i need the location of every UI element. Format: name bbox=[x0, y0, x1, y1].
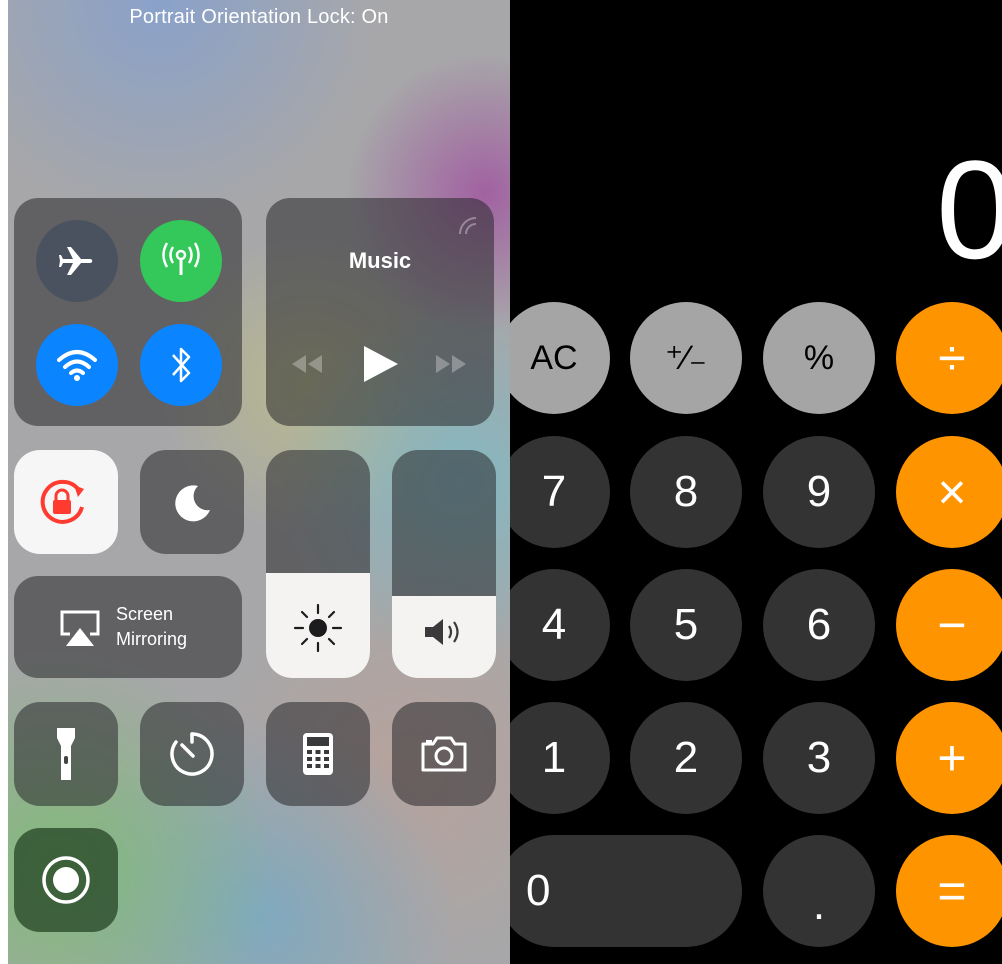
status-banner: Portrait Orientation Lock: On bbox=[129, 6, 389, 28]
screen-recording-button[interactable] bbox=[14, 828, 118, 932]
airplay-screen-icon bbox=[60, 610, 100, 646]
rewind-icon[interactable] bbox=[288, 353, 324, 375]
do-not-disturb-toggle[interactable] bbox=[140, 450, 244, 554]
sun-icon bbox=[293, 603, 343, 653]
moon-icon bbox=[175, 485, 210, 522]
timer-button[interactable] bbox=[140, 702, 244, 806]
divide-button[interactable]: ÷ bbox=[896, 302, 1002, 414]
digit-4-button[interactable]: 4 bbox=[510, 569, 610, 681]
airplane-mode-toggle[interactable] bbox=[36, 220, 118, 302]
digit-5-button[interactable]: 5 bbox=[630, 569, 742, 681]
wifi-toggle[interactable] bbox=[36, 324, 118, 406]
digit-8-button[interactable]: 8 bbox=[630, 436, 742, 548]
calculator-button[interactable] bbox=[266, 702, 370, 806]
airplane-icon bbox=[59, 247, 93, 275]
decimal-point-button[interactable]: . bbox=[763, 835, 875, 947]
record-icon bbox=[42, 856, 90, 904]
orientation-lock-toggle[interactable] bbox=[14, 450, 118, 554]
digit-0-button[interactable]: 0 bbox=[510, 835, 742, 947]
digit-7-button[interactable]: 7 bbox=[510, 436, 610, 548]
digit-3-button[interactable]: 3 bbox=[763, 702, 875, 814]
play-icon[interactable] bbox=[362, 344, 400, 384]
percent-button[interactable]: % bbox=[763, 302, 875, 414]
calculator-app: 0 AC ⁺∕₋ % ÷ 7 8 9 × 4 5 6 − 1 2 3 + 0 .… bbox=[510, 0, 1002, 964]
equals-button[interactable]: = bbox=[896, 835, 1002, 947]
bluetooth-icon bbox=[172, 347, 191, 383]
calculator-icon bbox=[303, 733, 333, 775]
wifi-icon bbox=[57, 350, 97, 381]
camera-button[interactable] bbox=[392, 702, 496, 806]
digit-6-button[interactable]: 6 bbox=[763, 569, 875, 681]
music-title: Music bbox=[348, 248, 412, 273]
digit-1-button[interactable]: 1 bbox=[510, 702, 610, 814]
brightness-slider[interactable] bbox=[266, 450, 370, 678]
cellular-data-toggle[interactable] bbox=[140, 220, 222, 302]
all-clear-button[interactable]: AC bbox=[510, 302, 610, 414]
plus-minus-button[interactable]: ⁺∕₋ bbox=[630, 302, 742, 414]
fast-forward-icon[interactable] bbox=[434, 353, 470, 375]
screen-mirroring-label: Screen Mirroring bbox=[116, 604, 188, 649]
add-button[interactable]: + bbox=[896, 702, 1002, 814]
flashlight-icon bbox=[57, 728, 75, 780]
subtract-button[interactable]: − bbox=[896, 569, 1002, 681]
screen-mirroring-button[interactable]: Screen Mirroring bbox=[14, 576, 242, 678]
volume-slider[interactable] bbox=[392, 450, 496, 678]
timer-icon bbox=[170, 732, 214, 776]
music-tile[interactable]: Music bbox=[266, 198, 494, 426]
calculator-display: 0 bbox=[936, 131, 1002, 288]
flashlight-button[interactable] bbox=[14, 702, 118, 806]
speaker-icon bbox=[425, 619, 459, 645]
airplay-audio-icon[interactable] bbox=[456, 214, 480, 238]
connectivity-tile bbox=[14, 198, 242, 426]
cellular-antenna-icon bbox=[162, 242, 200, 275]
camera-icon bbox=[421, 736, 467, 772]
control-center: Portrait Orientation Lock: On Music Scre… bbox=[8, 0, 510, 964]
multiply-button[interactable]: × bbox=[896, 436, 1002, 548]
orientation-lock-icon bbox=[40, 479, 84, 524]
digit-9-button[interactable]: 9 bbox=[763, 436, 875, 548]
digit-2-button[interactable]: 2 bbox=[630, 702, 742, 814]
bluetooth-toggle[interactable] bbox=[140, 324, 222, 406]
